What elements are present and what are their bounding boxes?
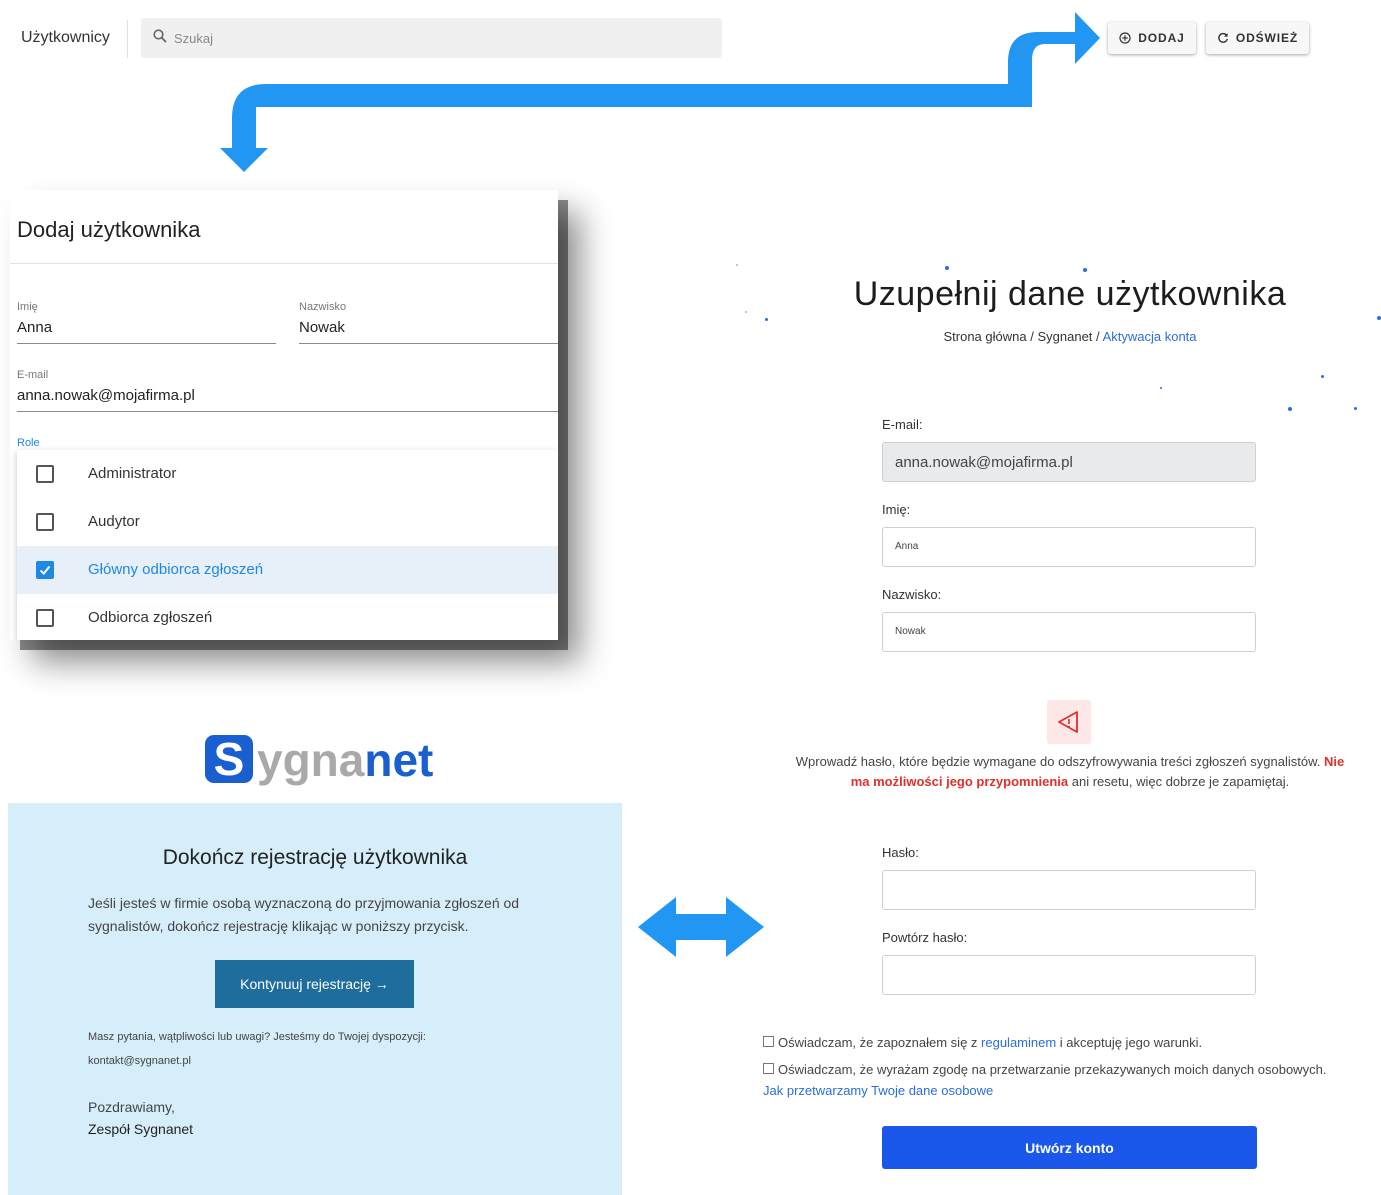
roles-dropdown: Administrator Audytor Główny odbiorca zg… [17, 450, 558, 640]
checkbox-icon[interactable] [36, 465, 54, 483]
role-option-audytor[interactable]: Audytor [17, 498, 558, 546]
password-warning-text-end: ani resetu, więc dobrze je zapamiętaj. [1068, 774, 1290, 789]
password-repeat-field[interactable] [882, 955, 1256, 995]
last-name-label: Nazwisko [299, 301, 347, 313]
breadcrumb-sygnanet[interactable]: Sygnanet [1037, 329, 1092, 344]
reg-last-name-label: Nazwisko: [882, 587, 942, 602]
reg-first-name-field[interactable]: Anna [882, 527, 1256, 567]
breadcrumb: Strona główna / Sygnanet / Aktywacja kon… [760, 329, 1380, 344]
decor-dot [1377, 316, 1381, 320]
role-option-label: Główny odbiorca zgłoszeń [88, 561, 264, 578]
reg-last-name-field[interactable]: Nowak [882, 612, 1256, 652]
breadcrumb-current: Aktywacja konta [1102, 329, 1197, 344]
first-name-underline [17, 343, 276, 344]
roles-label: Role [17, 437, 40, 449]
decor-dot [1354, 407, 1357, 410]
checked-checkbox-icon[interactable] [36, 561, 54, 579]
logo-badge: S [205, 735, 253, 783]
decor-dot [1160, 387, 1162, 389]
data-consent-checkbox[interactable] [763, 1063, 774, 1074]
warning-icon [1047, 700, 1091, 744]
last-name-field[interactable]: Nowak [299, 319, 345, 336]
privacy-link[interactable]: Jak przetwarzamy Twoje dane osobowe [763, 1083, 993, 1098]
role-option-recipient[interactable]: Odbiorca zgłoszeń [17, 594, 558, 640]
logo-text-gray: ygna [257, 734, 365, 786]
role-option-label: Audytor [88, 513, 140, 530]
terms-checkbox[interactable] [763, 1036, 774, 1047]
role-option-label: Odbiorca zgłoszeń [88, 609, 213, 626]
password-warning: Wprowadź hasło, które będzie wymagane do… [790, 752, 1350, 792]
email-label: E-mail [17, 369, 49, 381]
password-repeat-label: Powtórz hasło: [882, 930, 968, 945]
breadcrumb-separator: / [1096, 329, 1100, 344]
email-field[interactable]: anna.nowak@mojafirma.pl [17, 387, 195, 404]
dialog-divider [10, 263, 558, 264]
first-name-label: Imię [17, 301, 38, 313]
terms-consent: Oświadczam, że zapoznałem się z regulami… [763, 1032, 1202, 1053]
breadcrumb-home[interactable]: Strona główna [943, 329, 1026, 344]
email-questions: Masz pytania, wątpliwości lub uwagi? Jes… [88, 1031, 426, 1043]
email-title: Dokończ rejestrację użytkownika [162, 846, 468, 869]
terms-text-end: i akceptuję jego warunki. [1056, 1035, 1203, 1050]
checkbox-icon[interactable] [36, 513, 54, 531]
decor-dot [1288, 407, 1292, 411]
create-account-button[interactable]: Utwórz konto [882, 1126, 1257, 1169]
reg-first-name-label: Imię: [882, 502, 911, 517]
email-body: Jeśli jesteś w firmie osobą wyznaczoną d… [88, 895, 520, 934]
breadcrumb-separator: / [1030, 329, 1034, 344]
registration-email: Dokończ rejestrację użytkownika Jeśli je… [8, 803, 622, 1195]
terms-text: Oświadczam, że zapoznałem się z [778, 1035, 982, 1050]
email-greeting: Pozdrawiamy, [88, 1099, 175, 1115]
reg-email-field: anna.nowak@mojafirma.pl [882, 442, 1256, 482]
reg-email-value: anna.nowak@mojafirma.pl [895, 454, 1073, 471]
email-signature: Zespół Sygnanet [88, 1121, 194, 1137]
role-option-administrator[interactable]: Administrator [17, 450, 558, 498]
decor-dot [745, 311, 747, 313]
email-underline [17, 411, 558, 412]
first-name-field[interactable]: Anna [17, 319, 52, 336]
decor-dot [736, 264, 738, 266]
data-consent: Oświadczam, że wyrażam zgodę na przetwar… [763, 1059, 1338, 1101]
decor-dot [945, 266, 949, 270]
password-warning-text: Wprowadź hasło, które będzie wymagane do… [795, 754, 1324, 769]
password-label: Hasło: [882, 845, 919, 860]
checkbox-icon[interactable] [36, 609, 54, 627]
contact-email-link[interactable]: kontakt@sygnanet.pl [88, 1055, 191, 1067]
checkmark-icon [39, 565, 51, 575]
reg-first-name-value: Anna [895, 541, 919, 552]
decor-dot [1321, 375, 1324, 378]
password-field[interactable] [882, 870, 1256, 910]
add-user-dialog: Dodaj użytkownika Imię Anna Nazwisko Now… [10, 190, 558, 640]
decor-dot [1083, 268, 1087, 272]
decor-dot [765, 318, 768, 321]
double-arrow [638, 897, 764, 957]
continue-registration-button[interactable]: Kontynuuj rejestrację → [215, 960, 414, 1008]
registration-title: Uzupełnij dane użytkownika [853, 275, 1287, 313]
reg-last-name-value: Nowak [895, 626, 926, 637]
reg-email-label: E-mail: [882, 417, 923, 432]
flow-arrow-connector [220, 82, 1032, 172]
terms-link[interactable]: regulaminem [981, 1035, 1056, 1050]
role-option-label: Administrator [88, 465, 177, 482]
role-option-main-recipient[interactable]: Główny odbiorca zgłoszeń [17, 546, 558, 594]
data-consent-text: Oświadczam, że wyrażam zgodę na przetwar… [778, 1062, 1327, 1077]
last-name-underline [299, 343, 558, 344]
dialog-title: Dodaj użytkownika [17, 217, 201, 242]
logo-text-blue: net [364, 734, 434, 786]
